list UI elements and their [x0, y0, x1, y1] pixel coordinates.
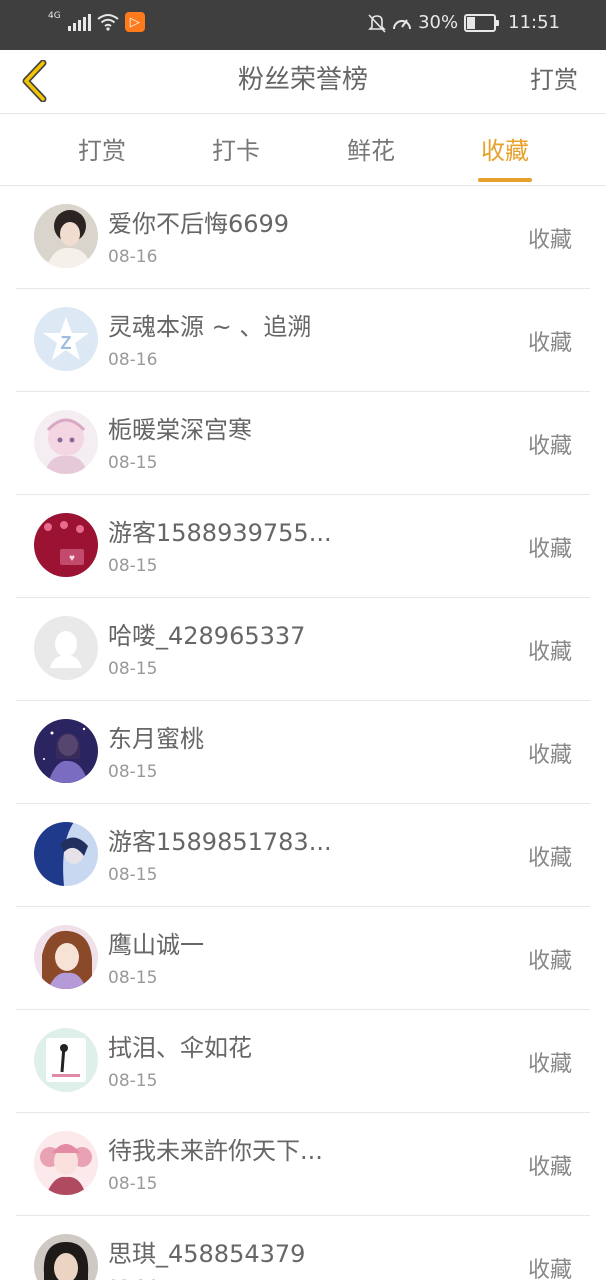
list-item[interactable]: 待我未来許你天下... 08-15 收藏: [16, 1113, 590, 1216]
list-item[interactable]: 拭泪、伞如花 08-15 收藏: [16, 1010, 590, 1113]
list-item[interactable]: 哈喽_428965337 08-15 收藏: [16, 598, 590, 701]
tab-checkin[interactable]: 打卡: [176, 114, 296, 186]
fan-name: 游客1588939755...: [108, 519, 332, 547]
nav-bar: 粉丝荣誉榜 打赏: [0, 50, 606, 114]
battery-percent: 30%: [418, 12, 459, 33]
list-item[interactable]: 栀暖棠深宫寒 08-15 收藏: [16, 392, 590, 495]
status-bar-left: 4G ▷: [48, 11, 145, 32]
fan-action: 收藏: [527, 537, 572, 562]
fan-action: 收藏: [527, 1052, 572, 1077]
avatar: [34, 1234, 98, 1280]
list-item[interactable]: 爱你不后悔6699 08-16 收藏: [16, 186, 590, 289]
fan-name: 栀暖棠深宫寒: [108, 416, 252, 444]
fan-name: 游客1589851783...: [108, 828, 332, 856]
network-type: 4G: [48, 11, 61, 21]
fan-name: 思琪_458854379: [108, 1240, 306, 1268]
tab-label: 打卡: [212, 137, 260, 165]
tab-bar: 打赏 打卡 鲜花 收藏: [0, 114, 606, 186]
fan-date: 08-16: [108, 247, 158, 267]
list-item[interactable]: 鹰山诚一 08-15 收藏: [16, 907, 590, 1010]
battery-level: [467, 16, 476, 29]
fan-action: 收藏: [527, 331, 572, 356]
list-item[interactable]: 游客1589851783... 08-15 收藏: [16, 804, 590, 907]
fan-date: 08-15: [108, 453, 158, 473]
fan-action: 收藏: [527, 434, 572, 459]
svg-text:Z: Z: [61, 333, 72, 353]
mute-bell-icon: [368, 13, 387, 33]
fan-action: 收藏: [527, 743, 572, 768]
avatar: [34, 719, 98, 783]
fan-date: 08-15: [108, 1071, 158, 1091]
fan-name: 灵魂本源 ~ 、追溯: [108, 313, 312, 341]
avatar: [34, 204, 98, 268]
fan-name: 爱你不后悔6699: [108, 210, 290, 238]
status-bar-right: 30% 11:51: [368, 12, 560, 33]
tab-flowers[interactable]: 鲜花: [311, 114, 431, 186]
avatar: [34, 1028, 98, 1092]
clock: 11:51: [508, 12, 560, 33]
signal-icon: [67, 13, 91, 31]
tab-favorites[interactable]: 收藏: [445, 114, 565, 186]
avatar: [34, 410, 98, 474]
tab-label: 鲜花: [347, 137, 395, 165]
fan-date: 08-15: [108, 968, 158, 988]
battery-icon: [464, 13, 500, 32]
list-item[interactable]: Z 灵魂本源 ~ 、追溯 08-16 收藏: [16, 289, 590, 392]
fan-name: 东月蜜桃: [108, 725, 204, 753]
fan-action: 收藏: [527, 640, 572, 665]
list-item[interactable]: 思琪_458854379 08-14 收藏: [16, 1216, 590, 1280]
fan-date: 08-15: [108, 556, 158, 576]
avatar: [34, 616, 98, 680]
reward-button[interactable]: 打赏: [530, 50, 578, 114]
fan-name: 待我未来許你天下...: [108, 1137, 323, 1165]
wifi-icon: [97, 14, 119, 31]
fan-list: 爱你不后悔6699 08-16 收藏 Z 灵魂本源 ~ 、追溯 08-16 收藏…: [0, 186, 606, 1280]
fan-date: 08-15: [108, 1174, 158, 1194]
speed-gauge-icon: [393, 18, 412, 29]
fan-action: 收藏: [527, 1155, 572, 1180]
list-item[interactable]: ♥ 游客1588939755... 08-15 收藏: [16, 495, 590, 598]
fan-action: 收藏: [527, 846, 572, 871]
fan-date: 08-15: [108, 762, 158, 782]
avatar: Z: [34, 307, 98, 371]
fan-name: 鹰山诚一: [108, 931, 204, 959]
fan-action: 收藏: [527, 228, 572, 253]
fan-name: 哈喽_428965337: [108, 622, 306, 650]
app-notification-icon: ▷: [124, 12, 145, 32]
avatar: [34, 1131, 98, 1195]
active-tab-indicator: [478, 178, 532, 182]
fan-date: 08-16: [108, 350, 158, 370]
page-title: 粉丝荣誉榜: [237, 65, 368, 95]
avatar: [34, 822, 98, 886]
status-bar: 4G ▷ 30% 11:51: [0, 0, 606, 50]
tab-reward[interactable]: 打赏: [42, 114, 162, 186]
chevron-left-icon: [22, 60, 47, 102]
avatar: ♥: [34, 513, 98, 577]
avatar: [34, 925, 98, 989]
fan-action: 收藏: [527, 949, 572, 974]
fan-date: 08-15: [108, 659, 158, 679]
list-item[interactable]: 东月蜜桃 08-15 收藏: [16, 701, 590, 804]
fan-action: 收藏: [527, 1258, 572, 1280]
tab-label: 打赏: [78, 137, 126, 165]
tab-label: 收藏: [481, 137, 529, 165]
svg-text:♥: ♥: [69, 553, 75, 564]
fan-name: 拭泪、伞如花: [108, 1034, 252, 1062]
back-button[interactable]: [12, 56, 56, 106]
fan-date: 08-15: [108, 865, 158, 885]
